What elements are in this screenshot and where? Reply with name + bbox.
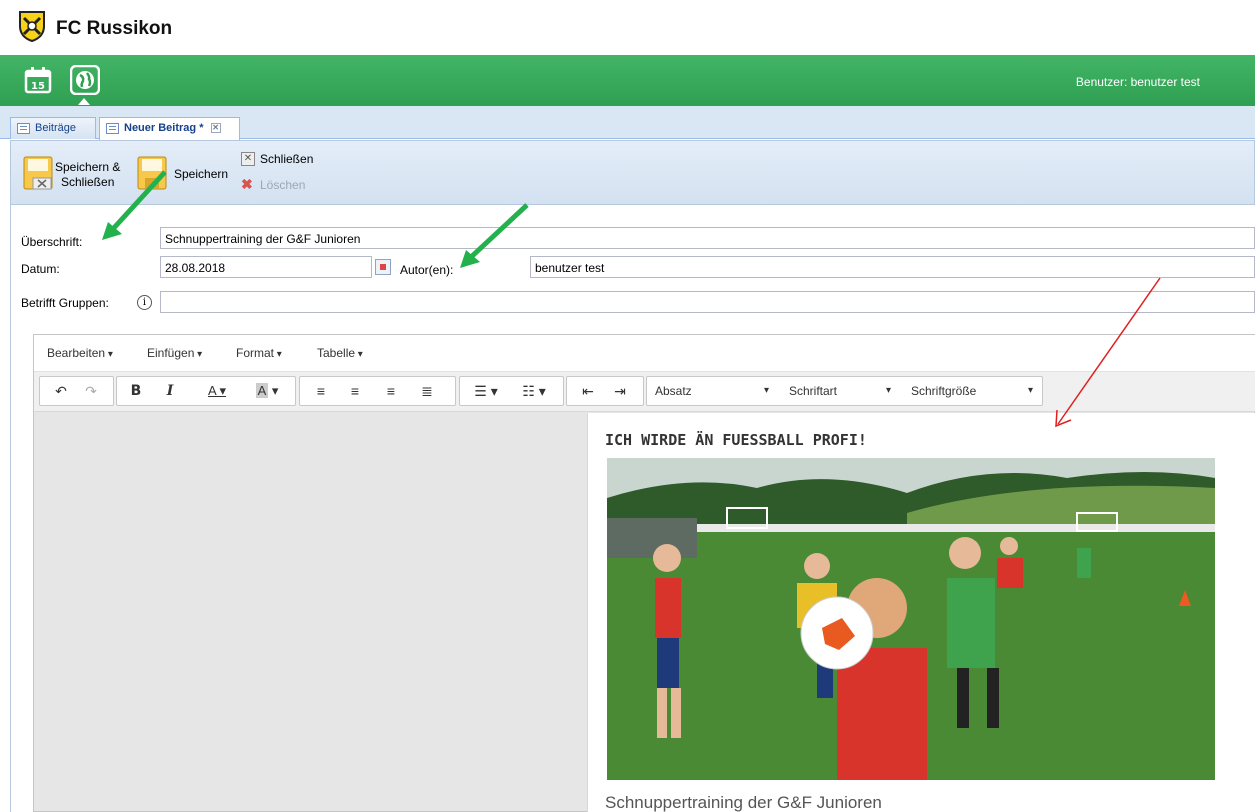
indent-group: ⇤ ⇥	[566, 376, 644, 406]
calendar-icon-day: 15	[31, 81, 45, 92]
format-dropdown-group: Absatz Schriftart Schriftgröße	[646, 376, 1043, 406]
menu-format[interactable]: Format	[236, 346, 282, 360]
close-icon: ✕	[241, 152, 255, 166]
calendar-icon[interactable]: 15	[23, 65, 53, 95]
groups-input[interactable]	[160, 291, 1255, 313]
main-nav-bar: 15 Benutzer: benutzer test	[0, 55, 1255, 106]
history-group: ↶ ↷	[39, 376, 114, 406]
numbered-list-icon[interactable]: ☷ ▾	[514, 377, 554, 405]
delete-icon: ✖	[241, 176, 253, 192]
save-close-button[interactable]: Speichern & Schließen	[55, 160, 120, 190]
info-icon[interactable]: i	[137, 295, 152, 310]
text-color-icon[interactable]: A ▾	[197, 377, 237, 405]
text-style-group: B I A ▾ A ▾	[116, 376, 296, 406]
tab-label: Neuer Beitrag *	[124, 122, 204, 134]
menu-tabelle[interactable]: Tabelle	[317, 346, 363, 360]
menu-bearbeiten[interactable]: Bearbeiten	[47, 346, 113, 360]
app-header: FC Russikon	[0, 0, 1255, 55]
align-center-icon[interactable]: ≡	[342, 377, 368, 405]
menu-einfuegen[interactable]: Einfügen	[147, 346, 202, 360]
indent-icon[interactable]: ⇥	[607, 377, 633, 405]
alignment-group: ≡ ≡ ≡ ≣	[299, 376, 456, 406]
tab-neuer-beitrag[interactable]: Neuer Beitrag * ✕	[99, 117, 240, 140]
align-justify-icon[interactable]: ≣	[414, 377, 440, 405]
active-nav-indicator	[78, 98, 90, 105]
app-title: FC Russikon	[56, 18, 173, 39]
tab-bar: Beiträge Neuer Beitrag * ✕	[0, 106, 1255, 140]
font-size-select[interactable]: Schriftgröße	[903, 377, 1041, 405]
author-input[interactable]: benutzer test	[530, 256, 1255, 278]
tab-label: Beiträge	[35, 122, 76, 134]
rich-text-editor: Bearbeiten Einfügen Format Tabelle ↶ ↷ B…	[33, 334, 1255, 812]
editor-toolbar: ↶ ↷ B I A ▾ A ▾ ≡ ≡ ≡ ≣ ☰ ▾ ☷ ▾ ⇤ ⇥ Absa…	[34, 372, 1255, 412]
groups-label: Betrifft Gruppen:	[21, 296, 109, 310]
content-caption: Schnuppertraining der G&F Junioren	[605, 793, 882, 812]
editor-menu-bar: Bearbeiten Einfügen Format Tabelle	[34, 335, 1255, 372]
bold-icon[interactable]: B	[123, 377, 149, 405]
close-tab-icon[interactable]: ✕	[210, 123, 221, 134]
content-photo	[607, 458, 1215, 780]
save-icon	[137, 156, 167, 190]
author-label: Autor(en):	[400, 263, 454, 277]
action-toolbar: Speichern & Schließen Speichern ✕ Schlie…	[10, 140, 1255, 205]
save-close-label-1: Speichern &	[55, 160, 121, 174]
title-label: Überschrift:	[21, 235, 83, 249]
date-input[interactable]: 28.08.2018	[160, 256, 372, 278]
save-button[interactable]: Speichern	[174, 167, 228, 182]
list-group: ☰ ▾ ☷ ▾	[459, 376, 564, 406]
align-left-icon[interactable]: ≡	[308, 377, 334, 405]
globe-icon[interactable]	[70, 65, 100, 95]
list-icon	[17, 123, 30, 134]
current-user-label: Benutzer: benutzer test	[1075, 75, 1200, 89]
italic-icon[interactable]: I	[157, 377, 183, 405]
editor-content-area[interactable]: ICH WIRDE ÄN FUESSBALL PROFI! Schnuppert…	[587, 413, 1255, 812]
tab-beitraege[interactable]: Beiträge	[10, 117, 96, 139]
delete-button[interactable]: Löschen	[260, 178, 305, 193]
background-color-icon[interactable]: A ▾	[247, 377, 287, 405]
club-logo	[19, 11, 45, 42]
redo-icon[interactable]: ↷	[78, 377, 104, 405]
content-heading: ICH WIRDE ÄN FUESSBALL PROFI!	[605, 431, 867, 449]
undo-icon[interactable]: ↶	[48, 377, 74, 405]
save-close-icon	[23, 156, 53, 190]
title-input[interactable]: Schnuppertraining der G&F Junioren	[160, 227, 1255, 249]
block-format-select[interactable]: Absatz	[647, 377, 777, 405]
football-photo	[607, 458, 1215, 780]
font-family-select[interactable]: Schriftart	[781, 377, 899, 405]
bullet-list-icon[interactable]: ☰ ▾	[466, 377, 506, 405]
close-button[interactable]: Schließen	[260, 152, 313, 167]
save-close-label-2: Schließen	[61, 175, 115, 189]
outdent-icon[interactable]: ⇤	[575, 377, 601, 405]
align-right-icon[interactable]: ≡	[378, 377, 404, 405]
list-icon	[106, 123, 119, 134]
date-label: Datum:	[21, 262, 60, 276]
date-picker-icon[interactable]	[375, 259, 391, 275]
